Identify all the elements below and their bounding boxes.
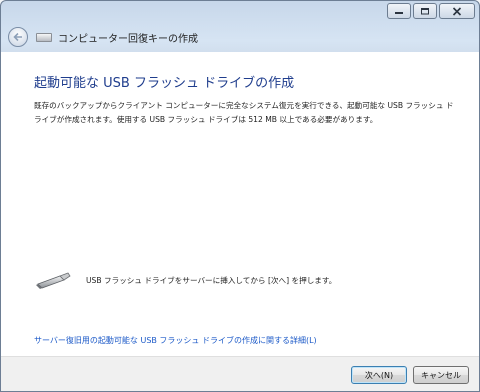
caption-buttons [387, 3, 475, 19]
close-button[interactable] [439, 3, 475, 19]
maximize-button[interactable] [413, 3, 437, 19]
usb-drive-title-icon [36, 32, 52, 42]
back-button[interactable] [8, 27, 28, 47]
close-icon [452, 6, 462, 16]
back-arrow-icon [13, 32, 22, 42]
window-header: コンピューター回復キーの作成 [1, 22, 479, 52]
button-bar: 次へ(N) キャンセル [1, 356, 479, 391]
description-text: 既存のバックアップからクライアント コンピューターに完全なシステム復元を実行でき… [34, 101, 454, 124]
maximize-icon [421, 8, 429, 15]
page-heading: 起動可能な USB フラッシュ ドライブの作成 [34, 76, 295, 91]
details-link[interactable]: サーバー復旧用の起動可能な USB フラッシュ ドライブの作成に関する詳細(L) [34, 335, 317, 346]
minimize-icon [395, 12, 403, 14]
content-panel: 起動可能な USB フラッシュ ドライブの作成 既存のバックアップからクライアン… [1, 52, 479, 356]
instruction-row: USB フラッシュ ドライブをサーバーに挿入してから [次へ] を押します。 [34, 270, 336, 290]
usb-flash-drive-icon [36, 272, 71, 289]
wizard-window: コンピューター回復キーの作成 起動可能な USB フラッシュ ドライブの作成 既… [0, 0, 480, 392]
minimize-button[interactable] [387, 3, 411, 19]
cancel-button[interactable]: キャンセル [413, 366, 469, 384]
next-button[interactable]: 次へ(N) [351, 366, 407, 384]
window-title: コンピューター回復キーの作成 [58, 33, 198, 45]
instruction-text: USB フラッシュ ドライブをサーバーに挿入してから [次へ] を押します。 [86, 275, 337, 285]
